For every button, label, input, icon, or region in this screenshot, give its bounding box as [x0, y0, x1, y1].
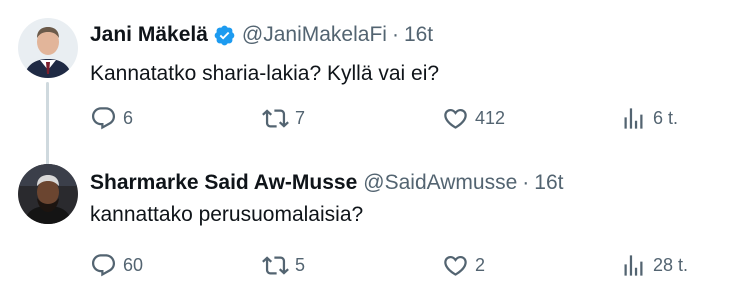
retweet-count: 7 — [295, 107, 306, 128]
like-count: 412 — [475, 107, 506, 128]
view-count: 6 t. — [653, 107, 679, 128]
reply-button[interactable]: 60 — [90, 250, 143, 280]
author-name[interactable]: Jani Mäkelä — [90, 22, 208, 48]
views-icon — [624, 107, 643, 129]
action-bar: 60 5 2 28 t. — [90, 250, 736, 280]
reply-icon — [91, 106, 116, 129]
retweet-button[interactable]: 7 — [262, 103, 305, 133]
views-icon — [624, 254, 643, 276]
action-bar: 6 7 412 6 t. — [90, 103, 736, 133]
tweet[interactable]: Sharmarke Said Aw-Musse @SaidAwmusse · 1… — [0, 150, 736, 295]
reply-count: 6 — [123, 107, 134, 128]
tweet-header: Jani Mäkelä @JaniMakelaFi · 16t — [90, 22, 433, 48]
avatar[interactable] — [18, 164, 78, 224]
like-count: 2 — [475, 254, 486, 275]
timestamp[interactable]: 16t — [404, 22, 433, 48]
author-handle[interactable]: @JaniMakelaFi — [242, 22, 387, 48]
tweet-header: Sharmarke Said Aw-Musse @SaidAwmusse · 1… — [90, 170, 563, 196]
verified-badge-icon — [213, 24, 236, 47]
separator: · — [391, 23, 399, 46]
like-icon — [444, 108, 467, 129]
like-button[interactable]: 2 — [442, 250, 485, 280]
author-name[interactable]: Sharmarke Said Aw-Musse — [90, 170, 357, 196]
tweet-text: kannattako perusuomalaisia? — [90, 203, 364, 226]
retweet-count: 5 — [295, 254, 306, 275]
like-icon — [444, 255, 467, 276]
avatar[interactable] — [18, 18, 78, 78]
tweet[interactable]: Jani Mäkelä @JaniMakelaFi · 16t Kannatat… — [0, 0, 736, 172]
timestamp[interactable]: 16t — [534, 170, 563, 196]
view-count: 28 t. — [653, 254, 689, 275]
reply-count: 60 — [123, 254, 144, 275]
tweet-text: Kannatatko sharia-lakia? Kyllä vai ei? — [90, 62, 440, 85]
separator: · — [522, 171, 530, 194]
like-button[interactable]: 412 — [442, 103, 505, 133]
views-button[interactable]: 28 t. — [620, 250, 688, 280]
retweet-icon — [262, 255, 289, 275]
retweet-icon — [262, 108, 289, 128]
views-button[interactable]: 6 t. — [620, 103, 678, 133]
retweet-button[interactable]: 5 — [262, 250, 305, 280]
reply-icon — [91, 253, 116, 276]
reply-button[interactable]: 6 — [90, 103, 133, 133]
author-handle[interactable]: @SaidAwmusse — [363, 170, 517, 196]
